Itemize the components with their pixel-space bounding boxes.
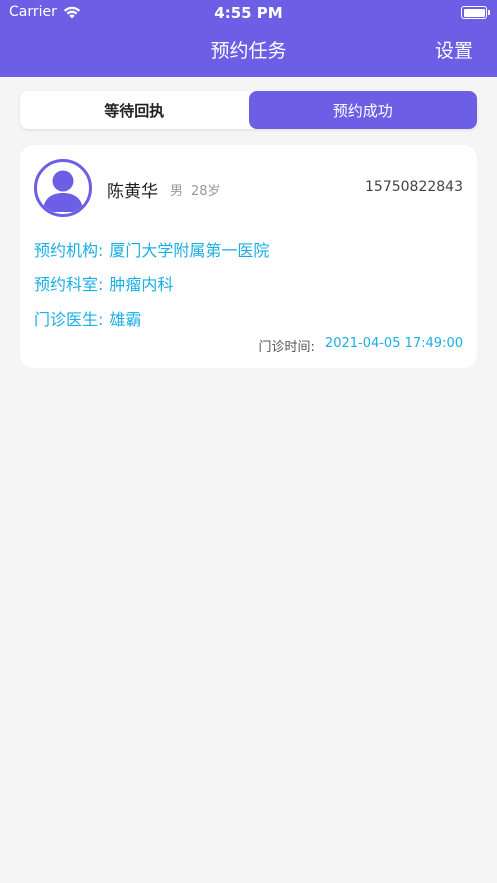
patient-name: 陈黄华 <box>107 182 158 202</box>
patient-meta: 男 28岁 <box>170 180 221 199</box>
patient-gender: 男 <box>170 184 184 199</box>
clinic-time-value: 2021-04-05 17:49:00 <box>324 336 463 351</box>
user-icon <box>43 170 83 212</box>
status-time: 4:55 PM <box>214 4 283 22</box>
department-value: 肿瘤内科 <box>109 275 174 294</box>
clinic-time-row: 门诊时间: 2021-04-05 17:49:00 <box>259 336 463 355</box>
battery-icon <box>461 6 490 19</box>
patient-phone: 15750822843 <box>365 179 463 195</box>
doctor-label: 门诊医生: <box>34 310 104 329</box>
tab-booking-success[interactable]: 预约成功 <box>248 91 477 129</box>
appointment-card[interactable]: 陈黄华 男 28岁 15750822843 预约机构: 厦门大学附属第一医院 预约… <box>20 145 477 368</box>
department-row: 预约科室: 肿瘤内科 <box>34 271 173 295</box>
tab-awaiting-receipt[interactable]: 等待回执 <box>20 91 249 129</box>
settings-button[interactable]: 设置 <box>435 36 473 63</box>
department-label: 预约科室: <box>34 275 104 294</box>
institution-value: 厦门大学附属第一医院 <box>109 241 270 260</box>
institution-label: 预约机构: <box>34 241 104 260</box>
institution-row: 预约机构: 厦门大学附属第一医院 <box>34 237 269 261</box>
avatar <box>34 159 92 217</box>
top-bar: Carrier 4:55 PM 预约任务 设置 <box>0 0 497 77</box>
status-bar: Carrier 4:55 PM <box>0 0 497 26</box>
doctor-value: 雄霸 <box>109 310 142 329</box>
clinic-time-label: 门诊时间: <box>258 340 315 355</box>
doctor-row: 门诊医生: 雄霸 <box>34 306 141 330</box>
patient-age: 28岁 <box>191 184 221 199</box>
page-title: 预约任务 <box>210 40 287 62</box>
status-tabs: 等待回执 预约成功 <box>20 91 477 129</box>
